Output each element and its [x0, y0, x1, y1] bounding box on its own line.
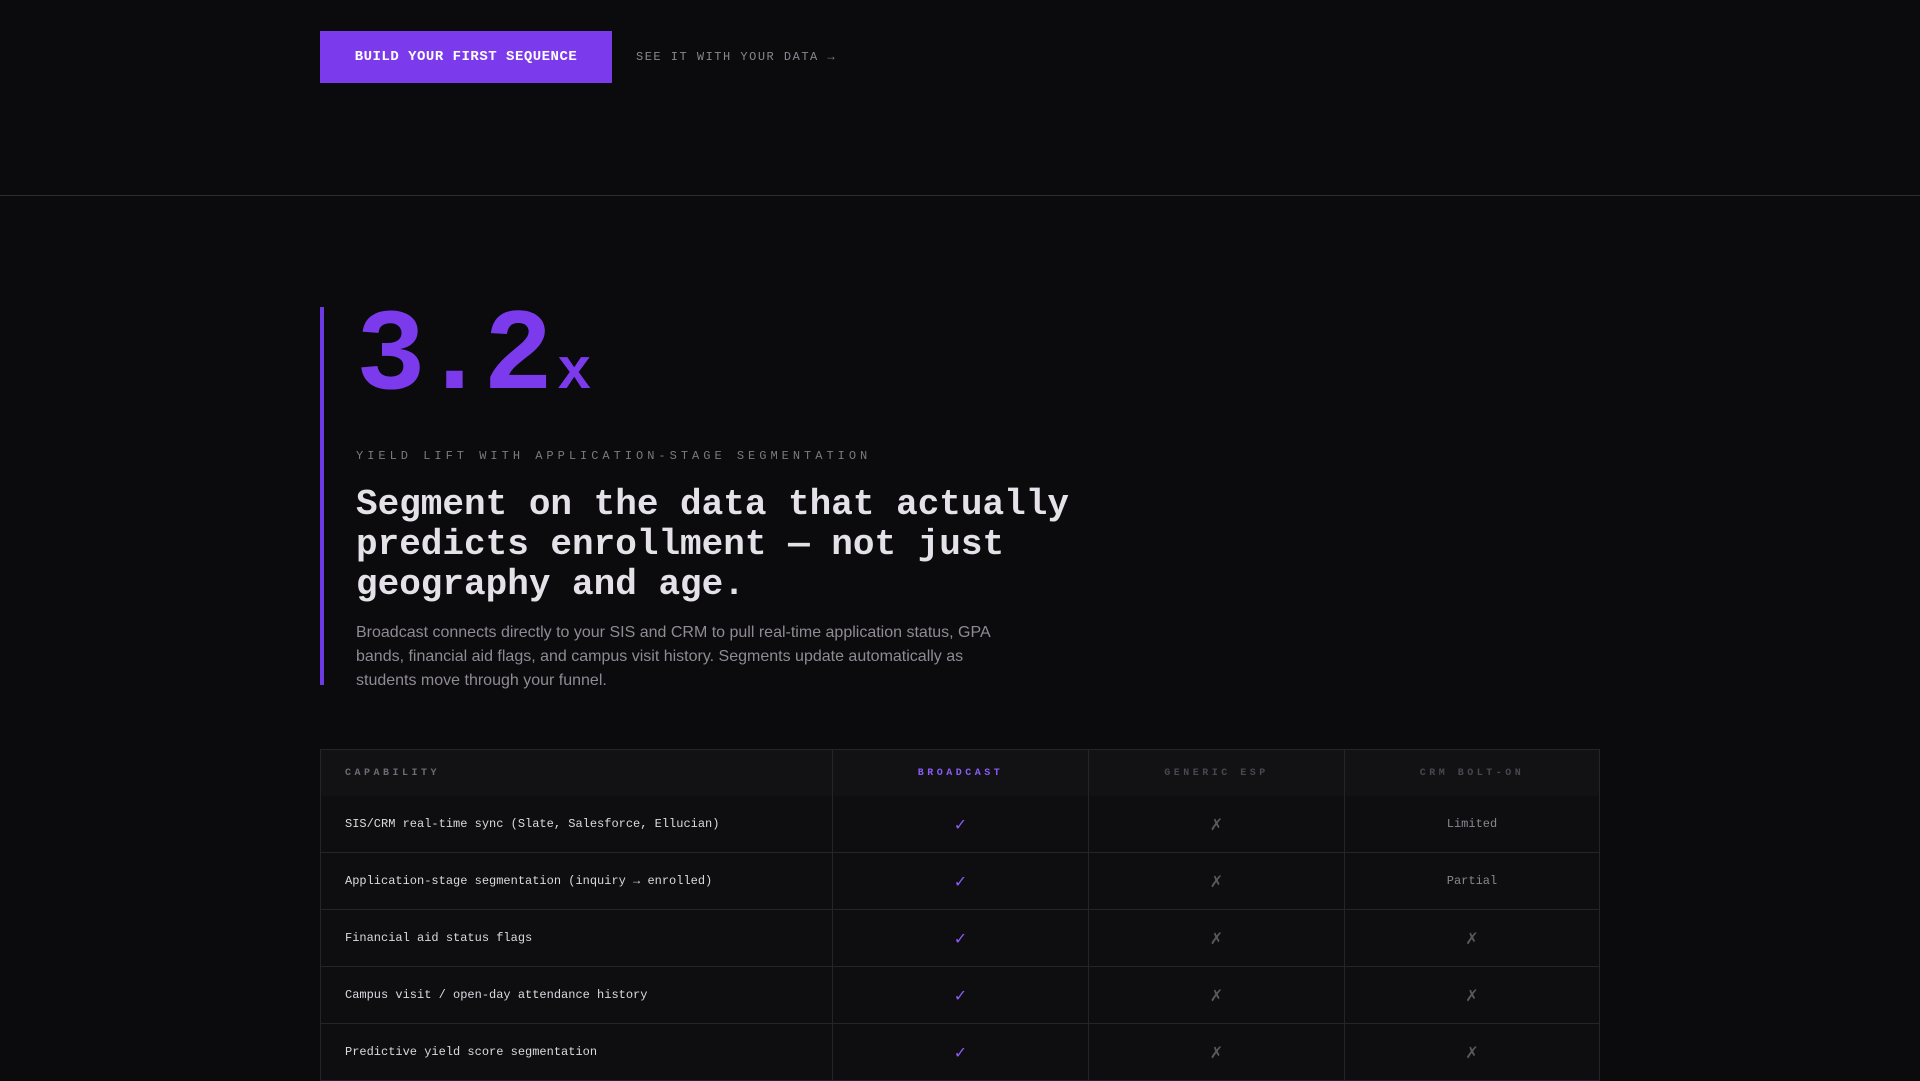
stat-suffix: x	[556, 341, 592, 406]
generic-esp-cell: ✗	[1089, 853, 1345, 909]
generic-esp-cell: ✗	[1089, 967, 1345, 1023]
broadcast-cell: ✓	[833, 910, 1089, 966]
column-header-crm-bolt-on: CRM BOLT-ON	[1419, 767, 1525, 779]
build-first-sequence-button[interactable]: BUILD YOUR FIRST SEQUENCE	[320, 31, 612, 83]
check-icon: ✓	[953, 928, 968, 948]
stat-figure: 3.2 x	[356, 299, 1076, 415]
section-divider	[0, 195, 1920, 196]
cross-icon: ✗	[1209, 814, 1224, 834]
capability-cell: Predictive yield score segmentation	[321, 1024, 833, 1080]
column-header-broadcast: BROADCAST	[833, 750, 1089, 796]
broadcast-cell: ✓	[833, 796, 1089, 852]
capability-cell: Application-stage segmentation (inquiry …	[321, 853, 833, 909]
section-description: Broadcast connects directly to your SIS …	[356, 624, 990, 689]
cross-icon: ✗	[1465, 985, 1479, 1005]
column-header-generic-esp: GENERIC ESP	[1089, 750, 1345, 796]
generic-esp-cell: ✗	[1089, 910, 1345, 966]
crm-bolt-on-cell: ✗	[1345, 967, 1599, 1023]
stat-callout: 3.2 x YIELD LIFT WITH APPLICATION-STAGE …	[320, 299, 1076, 689]
crm-bolt-on-cell: ✗	[1345, 910, 1599, 966]
section-headline: Segment on the data that actually predic…	[356, 484, 1069, 605]
check-icon: ✓	[953, 871, 968, 891]
cross-icon: ✗	[1465, 1042, 1479, 1062]
capability-cell: Financial aid status flags	[321, 910, 833, 966]
check-icon: ✓	[953, 1042, 968, 1062]
crm-bolt-on-cell: Partial	[1345, 853, 1599, 909]
capability-cell: SIS/CRM real-time sync (Slate, Salesforc…	[321, 796, 833, 852]
cross-icon: ✗	[1209, 985, 1224, 1005]
see-with-your-data-link[interactable]: SEE IT WITH YOUR DATA →	[636, 50, 836, 64]
crm-value: Limited	[1446, 817, 1498, 831]
column-header-capability: CAPABILITY	[321, 750, 833, 796]
stat-value: 3.2	[356, 291, 553, 423]
cross-icon: ✗	[1465, 928, 1479, 948]
table-row: Predictive yield score segmentation ✓ ✗ …	[321, 1024, 1599, 1081]
table-row: Application-stage segmentation (inquiry …	[321, 853, 1599, 910]
cross-icon: ✗	[1209, 928, 1224, 948]
broadcast-cell: ✓	[833, 853, 1089, 909]
cross-icon: ✗	[1209, 1042, 1224, 1062]
capability-comparison-table: CAPABILITY BROADCAST GENERIC ESP CRM BOL…	[320, 749, 1600, 1081]
table-header-row: CAPABILITY BROADCAST GENERIC ESP CRM BOL…	[321, 750, 1599, 796]
capability-cell: Campus visit / open-day attendance histo…	[321, 967, 833, 1023]
generic-esp-cell: ✗	[1089, 1024, 1345, 1080]
table-row: Financial aid status flags ✓ ✗ ✗	[321, 910, 1599, 967]
stat-label: YIELD LIFT WITH APPLICATION-STAGE SEGMEN…	[356, 449, 872, 463]
table-row: SIS/CRM real-time sync (Slate, Salesforc…	[321, 796, 1599, 853]
generic-esp-cell: ✗	[1089, 796, 1345, 852]
crm-bolt-on-cell: ✗	[1345, 1024, 1599, 1080]
cta-bar: BUILD YOUR FIRST SEQUENCE SEE IT WITH YO…	[320, 31, 836, 83]
table-row: Campus visit / open-day attendance histo…	[321, 967, 1599, 1024]
cross-icon: ✗	[1209, 871, 1224, 891]
check-icon: ✓	[953, 985, 968, 1005]
check-icon: ✓	[953, 814, 968, 834]
broadcast-cell: ✓	[833, 967, 1089, 1023]
broadcast-cell: ✓	[833, 1024, 1089, 1080]
crm-value: Partial	[1446, 874, 1498, 888]
crm-bolt-on-cell: Limited	[1345, 796, 1599, 852]
